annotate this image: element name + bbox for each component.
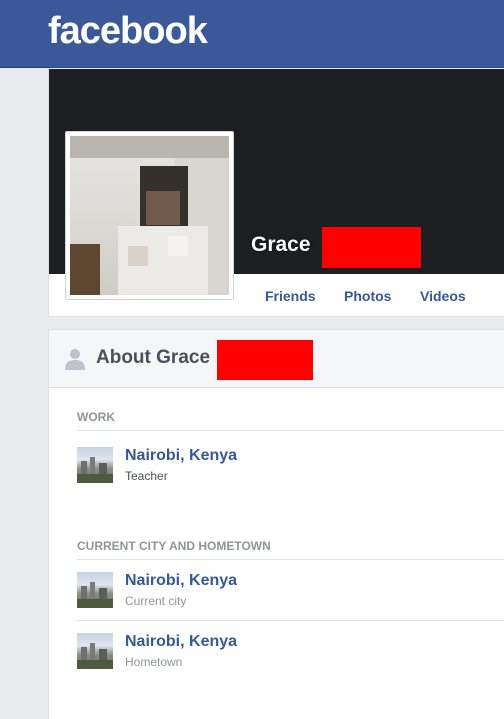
- section-label-work: WORK: [77, 410, 115, 424]
- entry-subtitle: Hometown: [125, 655, 183, 669]
- profile-name[interactable]: Grace: [251, 233, 311, 257]
- about-header: About Grace: [49, 330, 504, 388]
- entry-subtitle: Teacher: [125, 469, 168, 483]
- about-title: About Grace: [96, 347, 211, 368]
- city-thumbnail[interactable]: [77, 633, 113, 669]
- tab-friends[interactable]: Friends: [265, 288, 316, 304]
- redaction-box: [217, 340, 313, 380]
- city-thumbnail[interactable]: [77, 447, 113, 483]
- divider: [77, 430, 504, 431]
- profile-header: Grace Friends Photos Videos: [48, 69, 504, 317]
- tab-photos[interactable]: Photos: [344, 288, 391, 304]
- person-icon: [65, 349, 85, 370]
- city-thumbnail[interactable]: [77, 572, 113, 608]
- list-item: Nairobi, Kenya Current city: [77, 572, 504, 612]
- about-card: About Grace WORK Nairobi, Kenya Teacher …: [48, 329, 504, 719]
- entry-title[interactable]: Nairobi, Kenya: [125, 633, 237, 651]
- redaction-box: [322, 227, 421, 268]
- section-label-city: CURRENT CITY AND HOMETOWN: [77, 539, 271, 553]
- entry-subtitle: Current city: [125, 594, 187, 608]
- facebook-logo[interactable]: facebook: [48, 10, 208, 53]
- tab-videos[interactable]: Videos: [420, 288, 466, 304]
- list-item: Nairobi, Kenya Hometown: [77, 633, 504, 673]
- profile-picture-frame[interactable]: [65, 131, 234, 300]
- list-item: Nairobi, Kenya Teacher: [77, 447, 504, 487]
- divider: [77, 559, 504, 560]
- entry-title[interactable]: Nairobi, Kenya: [125, 447, 237, 465]
- left-gutter: [0, 69, 48, 719]
- profile-picture[interactable]: [70, 136, 229, 295]
- top-bar: facebook: [0, 0, 504, 68]
- entry-title[interactable]: Nairobi, Kenya: [125, 572, 237, 590]
- divider: [77, 620, 504, 621]
